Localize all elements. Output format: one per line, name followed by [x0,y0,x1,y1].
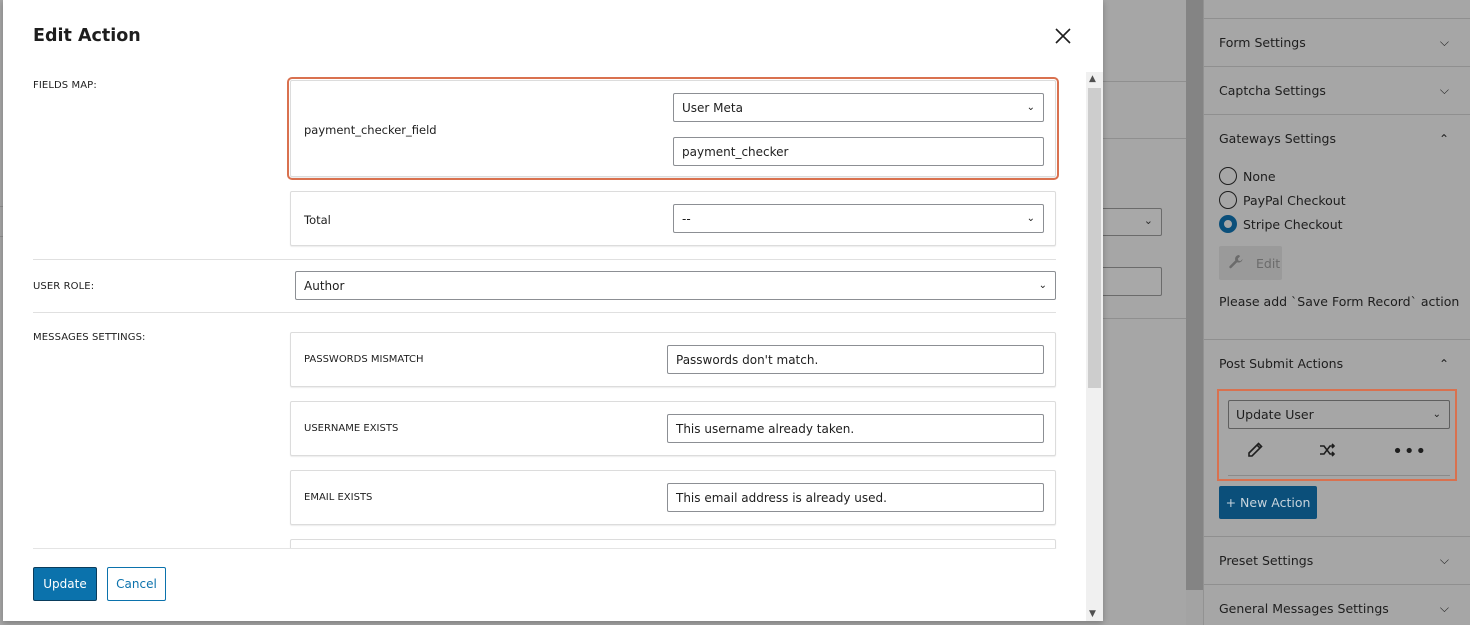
radio-label: Stripe Checkout [1243,216,1343,232]
footer-divider [33,548,1056,549]
message-input[interactable]: Passwords don't match. [667,345,1044,374]
gateway-edit-button[interactable]: Edit [1219,246,1282,280]
chevron-down-icon: ⌄ [1026,102,1035,113]
modal-scroll-content: FIELDS MAP: payment_checker_field User M… [3,72,1103,549]
panel-partial [1204,0,1470,18]
chevron-up-icon: ⌃ [1438,131,1449,146]
panel-captcha-settings[interactable]: Captcha Settings ⌵ [1204,66,1470,114]
divider [33,312,1056,313]
scroll-down-icon[interactable]: ▼ [1089,609,1096,619]
shuffle-icon[interactable] [1319,442,1337,462]
chevron-down-icon: ⌵ [1439,83,1449,97]
user-role-label: USER ROLE: [33,281,95,292]
bg-divider [1103,318,1186,319]
user-role-select[interactable]: Author ⌄ [295,271,1056,300]
message-value: This email address is already used. [676,490,887,505]
divider [1228,475,1450,476]
field-type-select[interactable]: -- ⌄ [673,204,1044,233]
message-input[interactable]: This email address is already used. [667,483,1044,512]
messages-settings-label: MESSAGES SETTINGS: [33,332,146,343]
radio-button[interactable] [1219,191,1237,209]
edit-pencil-icon[interactable] [1247,441,1263,462]
meta-key-input[interactable]: payment_checker [673,137,1044,166]
fields-map-label: FIELDS MAP: [33,80,97,91]
message-value: Passwords don't match. [676,352,819,367]
message-row-email-exists: EMAIL EXISTS This email address is alrea… [290,470,1056,525]
post-submit-action-item: Update User ⌄ ••• [1217,389,1457,481]
action-type-value: Update User [1236,407,1314,422]
meta-key-value: payment_checker [682,144,789,159]
message-row-passwords-mismatch: PASSWORDS MISMATCH Passwords don't match… [290,332,1056,387]
update-button[interactable]: Update [33,567,97,601]
wrench-icon [1228,254,1244,273]
panel-label: Gateways Settings [1219,131,1336,146]
chevron-down-icon: ⌄ [1038,280,1047,291]
radio-label: PayPal Checkout [1243,192,1346,208]
new-action-button[interactable]: + New Action [1219,486,1317,519]
close-icon [1055,28,1071,44]
chevron-down-icon: ⌵ [1439,601,1449,615]
action-type-select[interactable]: Update User ⌄ [1228,400,1450,429]
chevron-down-icon: ⌄ [1143,214,1153,227]
edit-label: Edit [1256,255,1281,271]
panel-gateways-settings[interactable]: Gateways Settings ⌃ [1204,114,1470,162]
bg-select: ⌄ [1100,208,1162,236]
gateway-option-paypal[interactable]: PayPal Checkout [1219,191,1346,209]
gateway-option-none[interactable]: None [1219,167,1276,185]
bg-input [1100,267,1162,296]
field-type-select[interactable]: User Meta ⌄ [673,93,1044,122]
divider [33,259,1056,260]
panel-label: Form Settings [1219,35,1306,50]
radio-label: None [1243,168,1276,184]
message-key: USERNAME EXISTS [304,423,399,434]
modal-title: Edit Action [33,26,141,46]
gateway-note: Please add `Save Form Record` action [1219,294,1460,309]
gateway-option-stripe[interactable]: Stripe Checkout [1219,215,1343,233]
panel-label: Captcha Settings [1219,83,1326,98]
modal-scrollbar[interactable]: ▲ ▼ [1086,72,1103,621]
message-row-username-exists: USERNAME EXISTS This username already ta… [290,401,1056,456]
chevron-up-icon: ⌃ [1438,356,1449,371]
panel-post-submit-actions[interactable]: Post Submit Actions ⌃ [1204,339,1470,387]
field-map-row-total: Total -- ⌄ [290,191,1056,246]
chevron-down-icon: ⌄ [1026,213,1035,224]
bg-divider [1103,138,1186,139]
chevron-down-icon: ⌵ [1439,553,1449,567]
field-type-value: User Meta [682,100,743,115]
edit-action-modal: Edit Action FIELDS MAP: payment_checker_… [3,0,1103,621]
panel-label: General Messages Settings [1219,601,1389,616]
more-dots-icon[interactable]: ••• [1392,441,1427,462]
bg-gutter [1186,0,1203,590]
user-role-value: Author [304,278,345,293]
panel-preset-settings[interactable]: Preset Settings ⌵ [1204,536,1470,584]
panel-label: Preset Settings [1219,553,1314,568]
close-button[interactable] [1053,26,1073,46]
field-map-row-payment-checker: payment_checker_field User Meta ⌄ paymen… [287,77,1059,180]
chevron-down-icon: ⌵ [1439,35,1449,49]
field-name: Total [304,213,331,227]
radio-button[interactable] [1219,167,1237,185]
panel-label: Post Submit Actions [1219,356,1344,371]
message-key: EMAIL EXISTS [304,492,373,503]
message-input[interactable]: This username already taken. [667,414,1044,443]
bg-divider [1103,81,1186,82]
field-type-value: -- [682,211,691,226]
scroll-thumb[interactable] [1088,88,1101,388]
action-toolbar: ••• [1219,441,1455,462]
message-key: PASSWORDS MISMATCH [304,354,424,365]
panel-general-messages-settings[interactable]: General Messages Settings ⌵ [1204,584,1470,625]
field-name: payment_checker_field [304,123,437,137]
panel-form-settings[interactable]: Form Settings ⌵ [1204,18,1470,66]
cancel-button[interactable]: Cancel [107,567,166,601]
radio-button-checked[interactable] [1219,215,1237,233]
message-value: This username already taken. [676,421,855,436]
chevron-down-icon: ⌄ [1432,409,1441,420]
settings-sidebar: Form Settings ⌵ Captcha Settings ⌵ Gatew… [1203,0,1470,625]
scroll-up-icon[interactable]: ▲ [1089,74,1096,84]
